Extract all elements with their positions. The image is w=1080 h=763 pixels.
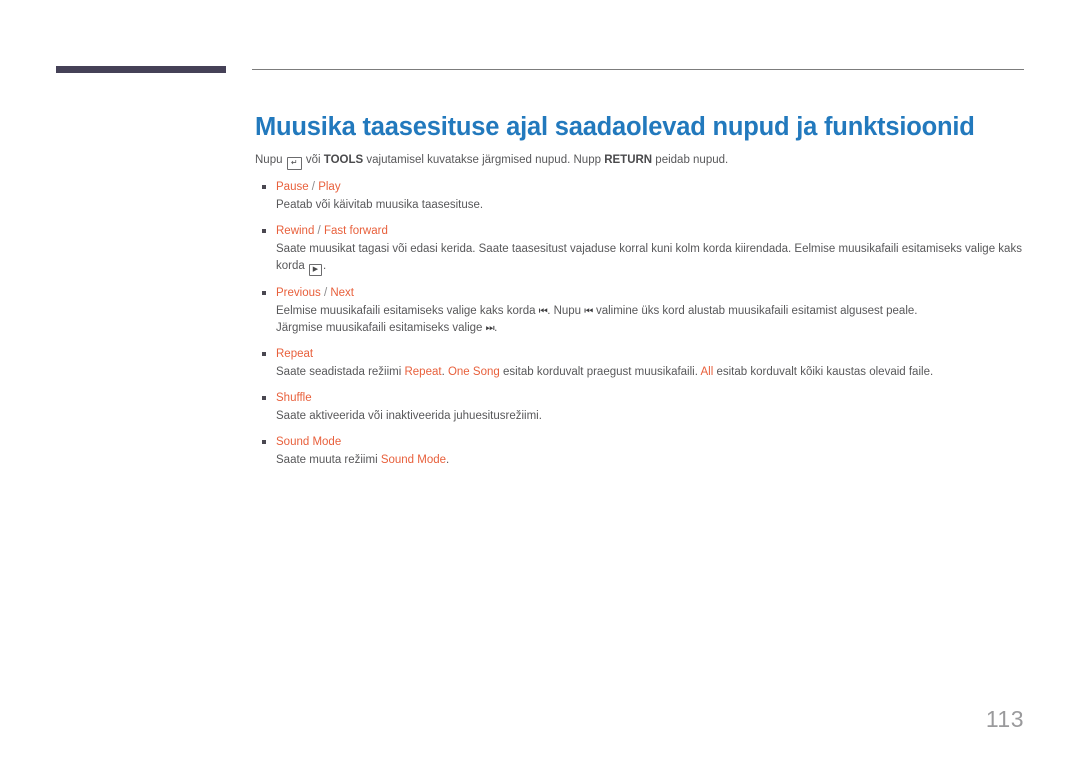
item-title-alt: Next [330,287,354,299]
highlight-repeat: Repeat [404,366,442,378]
list-item: Previous / Next Eelmise muusikafaili esi… [255,285,1045,337]
intro-text-3: vajutamisel kuvatakse järgmised nupud. N… [363,154,605,166]
function-list: Pause / Play Peatab või käivitab muusika… [255,179,1045,469]
desc-text-1: Eelmise muusikafaili esitamiseks valige … [276,305,539,317]
desc-line2-text-2: . [494,322,498,334]
page-header-decoration [0,66,1080,76]
enter-key-icon: ↵ [286,157,302,170]
item-title-rewind-fastforward: Rewind / Fast forward [276,223,1045,239]
list-item: Repeat Saate seadistada režiimi Repeat. … [255,346,1045,381]
item-description: Saate muuta režiimi Sound Mode. [276,452,1036,469]
desc-line2-text-1: Järgmise muusikafaili esitamiseks valige [276,322,486,334]
desc-text-2: . [322,260,327,272]
item-description-line2: Järgmise muusikafaili esitamiseks valige… [276,320,1036,337]
item-title-previous-next: Previous / Next [276,285,1045,301]
desc-text-1: Saate seadistada režiimi [276,366,405,378]
skip-forward-icon: ⏭ [485,323,495,334]
item-title-pause-play: Pause / Play [276,179,1045,195]
header-horizontal-rule [252,69,1024,70]
item-title-main: Pause [276,181,309,193]
desc-text-2: . Nupu [547,305,585,317]
item-title-separator: / [320,287,331,299]
skip-back-icon: ⏮ [584,306,593,317]
highlight-sound-mode: Sound Mode [380,454,447,466]
tools-key-label: TOOLS [323,154,364,166]
item-description: Saate muusikat tagasi või edasi kerida. … [276,241,1036,276]
content-area: Nupu ↵ või TOOLS vajutamisel kuvatakse j… [255,152,1045,478]
list-item: Rewind / Fast forward Saate muusikat tag… [255,223,1045,276]
desc-text-3: esitab korduvalt praegust muusikafaili. [499,366,701,378]
header-accent-bar [56,66,226,73]
page-title: Muusika taasesituse ajal saadaolevad nup… [255,113,975,142]
item-title-main: Rewind [276,225,315,237]
item-title-main: Previous [276,287,321,299]
list-item: Pause / Play Peatab või käivitab muusika… [255,179,1045,214]
desc-text-1: Saate muusikat tagasi või edasi kerida. … [276,243,1022,272]
desc-text-3: valimine üks kord alustab muusikafaili e… [592,305,918,317]
item-description: Saate aktiveerida või inaktiveerida juhu… [276,410,542,422]
intro-text-2: või [302,154,324,166]
play-button-icon: ▶ [308,264,322,276]
item-title-alt: Fast forward [323,225,388,237]
return-key-label: RETURN [604,154,653,166]
item-title-shuffle: Shuffle [276,392,312,404]
skip-back-icon: ⏮ [538,306,548,317]
intro-text-1: Nupu [255,154,286,166]
page-number: 113 [985,706,1024,732]
highlight-one-song: One Song [447,366,500,378]
item-title-separator: / [308,181,319,193]
highlight-all: All [700,366,714,378]
intro-paragraph: Nupu ↵ või TOOLS vajutamisel kuvatakse j… [255,152,1045,170]
item-description: Eelmise muusikafaili esitamiseks valige … [276,303,1036,320]
list-item: Shuffle Saate aktiveerida või inaktiveer… [255,390,1045,425]
item-title-alt: Play [318,181,341,193]
item-title-repeat: Repeat [276,348,314,360]
list-item: Sound Mode Saate muuta režiimi Sound Mod… [255,434,1045,469]
desc-text-4: esitab korduvalt kõiki kaustas olevaid f… [713,366,934,378]
item-description: Saate seadistada režiimi Repeat. One Son… [276,364,1036,381]
item-description: Peatab või käivitab muusika taasesituse. [276,199,484,211]
item-title-separator: / [314,225,324,237]
desc-text-1: Saate muuta režiimi [276,454,381,466]
desc-text-2: . [446,454,450,466]
intro-text-4: peidab nupud. [652,154,729,166]
item-title-sound-mode: Sound Mode [276,436,342,448]
